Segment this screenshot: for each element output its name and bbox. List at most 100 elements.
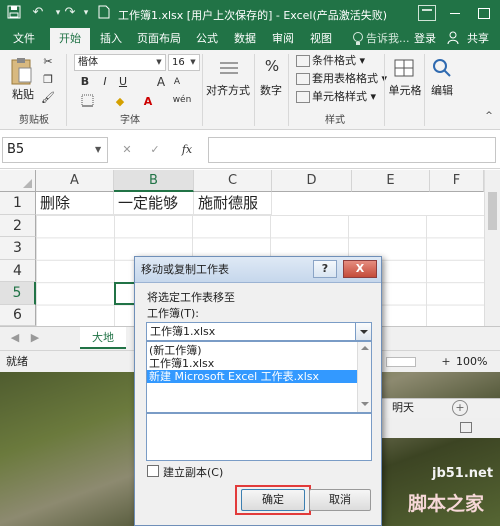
row-header-6[interactable]: 6 [0, 305, 36, 326]
new-file-icon[interactable] [96, 5, 112, 21]
option-new-excel-sheet[interactable]: 新建 Microsoft Excel 工作表.xlsx [147, 370, 357, 383]
cancel-entry-icon[interactable]: ✕ [120, 142, 134, 158]
copy-icon[interactable]: ❐ [40, 72, 56, 88]
background-status-strip [382, 418, 500, 438]
italic-button[interactable]: I [98, 74, 112, 90]
chevron-down-icon[interactable]: ▼ [153, 55, 165, 70]
dialog-help-button[interactable]: ? [313, 260, 337, 278]
cut-icon[interactable]: ✂ [40, 54, 56, 70]
cancel-button[interactable]: 取消 [309, 489, 371, 511]
cells-icon[interactable] [392, 56, 416, 80]
column-header-a[interactable]: A [36, 170, 114, 192]
font-color-icon[interactable]: A [140, 94, 156, 110]
create-copy-label[interactable]: 建立副本(C) [163, 464, 223, 480]
search-icon[interactable] [430, 56, 454, 80]
tab-data[interactable]: 数据 [228, 28, 262, 50]
alignment-icon[interactable] [216, 56, 242, 82]
scroll-sheets-left-icon[interactable]: ◀ [8, 330, 22, 346]
row-header-2[interactable]: 2 [0, 215, 36, 237]
cell-styles-button[interactable]: 单元格样式 ▾ [296, 88, 376, 106]
percent-icon[interactable]: % [262, 58, 282, 74]
font-name-combo[interactable]: 楷体 ▼ [74, 54, 166, 71]
ok-button[interactable]: 确定 [241, 489, 305, 511]
tab-view[interactable]: 视图 [304, 28, 338, 50]
column-header-c[interactable]: C [194, 170, 272, 192]
sheet-tab-active[interactable]: 大地 [80, 327, 126, 349]
sign-in-link[interactable]: 登录 [410, 28, 440, 50]
zoom-in-icon[interactable]: + [440, 354, 452, 370]
cell-styles-label: 单元格样式 [312, 90, 367, 103]
ribbon-display-options-icon[interactable] [418, 5, 436, 21]
workbook-select[interactable]: 工作簿1.xlsx [146, 322, 372, 341]
alignment-button[interactable]: 对齐方式 [204, 82, 252, 98]
phonetic-guide-icon[interactable]: wén [172, 92, 192, 108]
customize-qat-icon[interactable]: ▾ [78, 5, 94, 21]
scroll-sheets-right-icon[interactable]: ▶ [28, 330, 42, 346]
undo-icon[interactable]: ↶ [30, 5, 46, 21]
tell-me-search[interactable]: 告诉我... [366, 28, 410, 50]
enter-entry-icon[interactable]: ✓ [148, 142, 162, 158]
save-icon[interactable] [6, 5, 22, 21]
cell-a1[interactable]: 删除 [36, 192, 114, 215]
scroll-down-icon[interactable] [361, 402, 369, 406]
minimize-button[interactable] [446, 4, 464, 22]
before-sheet-list[interactable] [146, 413, 372, 461]
borders-icon[interactable] [78, 94, 96, 112]
chevron-down-icon[interactable]: ▼ [187, 55, 199, 70]
paste-label[interactable]: 粘贴 [10, 86, 36, 102]
dialog-close-button[interactable]: X [343, 260, 377, 278]
row-header-5[interactable]: 5 [0, 282, 36, 305]
tab-insert[interactable]: 插入 [94, 28, 128, 50]
option-new-workbook[interactable]: (新工作簿) [147, 344, 357, 357]
select-all-corner[interactable] [0, 170, 36, 192]
tab-home[interactable]: 开始 [50, 28, 90, 50]
scroll-up-icon[interactable] [361, 346, 369, 350]
grow-font-button[interactable]: A [154, 74, 168, 90]
maximize-button[interactable] [474, 4, 492, 22]
option-workbook1[interactable]: 工作簿1.xlsx [147, 357, 357, 370]
row-header-1[interactable]: 1 [0, 192, 36, 215]
tab-page-layout[interactable]: 页面布局 [132, 28, 186, 50]
shrink-font-button[interactable]: A [170, 74, 184, 90]
column-header-f[interactable]: F [430, 170, 484, 192]
dialog-title-bar[interactable]: 移动或复制工作表 ? X [135, 257, 381, 283]
create-copy-checkbox[interactable] [147, 465, 159, 477]
zoom-level[interactable]: 100% [456, 351, 487, 373]
tab-formulas[interactable]: 公式 [190, 28, 224, 50]
editing-button[interactable]: 编辑 [428, 82, 456, 98]
format-as-table-button[interactable]: 套用表格格式 ▾ [296, 70, 387, 88]
vertical-scrollbar[interactable] [484, 170, 500, 326]
number-button[interactable]: 数字 [256, 82, 286, 98]
underline-button[interactable]: U [116, 74, 130, 90]
list-scrollbar[interactable] [357, 342, 371, 412]
format-painter-icon[interactable]: 🖌 [40, 90, 56, 106]
scrollbar-thumb[interactable] [488, 192, 497, 230]
insert-function-icon[interactable]: fx [178, 142, 196, 158]
format-as-table-label: 套用表格格式 [312, 72, 378, 85]
tab-review[interactable]: 审阅 [266, 28, 300, 50]
font-size-combo[interactable]: 16 ▼ [168, 54, 200, 71]
row-header-3[interactable]: 3 [0, 237, 36, 260]
name-box[interactable]: B5 ▼ [2, 137, 108, 163]
column-header-e[interactable]: E [352, 170, 430, 192]
bold-button[interactable]: B [78, 74, 92, 90]
row-header-4[interactable]: 4 [0, 260, 36, 282]
cell-c1[interactable]: 施耐德服 [194, 192, 272, 215]
cells-button[interactable]: 单元格 [386, 82, 424, 98]
cell-b1[interactable]: 一定能够 [114, 192, 194, 215]
font-name-value: 楷体 [78, 57, 98, 68]
column-header-b[interactable]: B [114, 170, 194, 192]
redo-icon[interactable]: ↷ [62, 5, 78, 21]
paste-icon[interactable] [10, 56, 34, 86]
tab-file[interactable]: 文件 [6, 28, 42, 50]
share-person-icon[interactable] [447, 31, 461, 47]
collapse-ribbon-icon[interactable]: ^ [482, 108, 496, 124]
zoom-slider[interactable] [386, 357, 416, 367]
conditional-formatting-button[interactable]: 条件格式 ▾ [296, 52, 365, 70]
formula-input[interactable] [208, 137, 496, 163]
share-button[interactable]: 共享 [462, 28, 494, 50]
chevron-down-icon[interactable]: ▼ [95, 138, 101, 162]
chevron-down-icon[interactable] [355, 323, 371, 340]
column-header-d[interactable]: D [272, 170, 352, 192]
fill-color-icon[interactable]: ◆ [112, 94, 128, 110]
